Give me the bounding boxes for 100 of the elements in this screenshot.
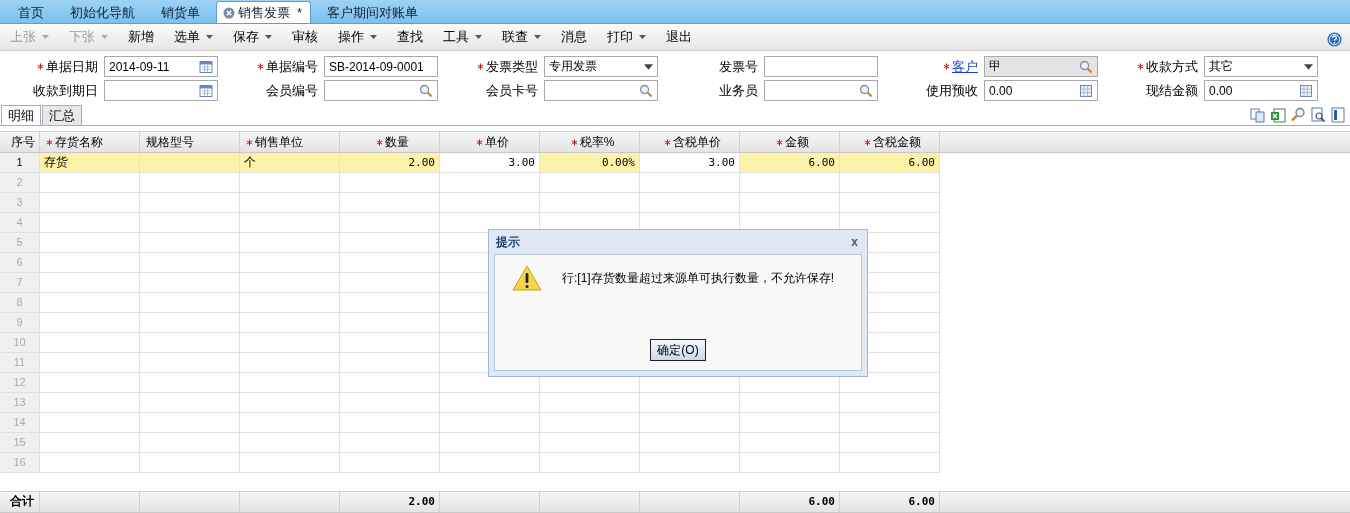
row-number: 14: [0, 413, 40, 432]
row-number: 8: [0, 293, 40, 312]
input-field[interactable]: 0.00: [1204, 80, 1318, 101]
tab[interactable]: 客户期间对账单: [317, 2, 429, 23]
field-label: 发票类型: [486, 57, 538, 76]
caret-icon: [534, 35, 541, 39]
toolbar-button[interactable]: 审核: [284, 26, 326, 48]
column-header: 含税金额: [873, 133, 921, 151]
input-field[interactable]: [764, 56, 878, 77]
tab[interactable]: 销货单: [151, 2, 210, 23]
tab[interactable]: 明细: [1, 105, 41, 125]
calendar-icon[interactable]: [199, 59, 213, 74]
caret-icon: [206, 35, 213, 39]
column-header: 销售单位: [255, 133, 303, 151]
tab[interactable]: 销售发票 *: [216, 1, 312, 23]
input-field[interactable]: 专用发票: [544, 56, 658, 77]
input-field[interactable]: 2014-09-11: [104, 56, 218, 77]
row-number: 2: [0, 173, 40, 192]
column-header: 存货名称: [55, 133, 103, 151]
row-number: 15: [0, 433, 40, 452]
search-icon[interactable]: [419, 83, 433, 98]
field-label: 单据编号: [266, 57, 318, 76]
total-cell: 6.00: [908, 495, 935, 508]
grid-icon[interactable]: [1299, 83, 1313, 98]
toolbar-button[interactable]: 保存: [225, 26, 280, 48]
toolbar-button[interactable]: 退出: [658, 26, 700, 48]
column-header: 单价: [485, 133, 509, 151]
field-label: 发票号: [719, 57, 758, 76]
key-search-icon[interactable]: [1290, 107, 1306, 123]
grid-icon[interactable]: [1079, 83, 1093, 98]
toolbar-button[interactable]: 工具: [435, 26, 490, 48]
help-icon[interactable]: [1327, 31, 1342, 47]
toolbar-button[interactable]: 联查: [494, 26, 549, 48]
toolbar-button[interactable]: 打印: [599, 26, 654, 48]
row-number: 3: [0, 193, 40, 212]
caret-icon: [475, 35, 482, 39]
column-header: 序号: [10, 133, 35, 151]
search-icon[interactable]: [859, 83, 873, 98]
column-header: 税率%: [579, 133, 615, 151]
toolbar-button[interactable]: 选单: [166, 26, 221, 48]
row-number: 9: [0, 313, 40, 332]
input-field[interactable]: [324, 80, 438, 101]
close-icon[interactable]: [223, 6, 235, 19]
row-number: 10: [0, 333, 40, 352]
column-header: 数量: [385, 133, 409, 151]
input-field[interactable]: SB-2014-09-0001: [324, 56, 438, 77]
total-cell: 6.00: [808, 495, 835, 508]
tab[interactable]: 首页: [8, 2, 54, 23]
caret-icon: [42, 35, 49, 39]
table-cell: 6.00: [740, 153, 840, 172]
row-number: 11: [0, 353, 40, 372]
field-label: 业务员: [719, 81, 758, 100]
column-header: 金额: [785, 133, 809, 151]
toolbar-button[interactable]: 操作: [330, 26, 385, 48]
field-label: 收款方式: [1146, 57, 1198, 76]
input-field[interactable]: [104, 80, 218, 101]
search-icon[interactable]: [639, 83, 653, 98]
warning-icon: [512, 265, 542, 291]
field-label: 收款到期日: [33, 81, 98, 100]
table-cell: 0.00%: [540, 153, 640, 172]
spreadsheet-icon[interactable]: [1270, 107, 1286, 123]
calendar-icon[interactable]: [199, 83, 213, 98]
table-row[interactable]: 1 存货 个 2.00 3.00 0.00% 3.00 6.00 6.00: [0, 153, 940, 173]
tab[interactable]: 汇总: [42, 105, 82, 125]
table-cell: 个: [240, 153, 340, 172]
close-button[interactable]: x: [851, 235, 858, 249]
field-label: 会员卡号: [486, 81, 538, 100]
dropdown-caret-icon[interactable]: [644, 63, 653, 70]
caret-icon: [265, 35, 272, 39]
field-label: 单据日期: [46, 57, 98, 76]
copy-icon[interactable]: [1250, 107, 1266, 123]
row-number: 1: [0, 153, 40, 172]
toolbar-button[interactable]: 新增: [120, 26, 162, 48]
input-field[interactable]: [544, 80, 658, 101]
input-field[interactable]: [764, 80, 878, 101]
row-number: 16: [0, 453, 40, 472]
toolbar-button[interactable]: 消息: [553, 26, 595, 48]
dropdown-caret-icon[interactable]: [1304, 63, 1313, 70]
input-field[interactable]: 0.00: [984, 80, 1098, 101]
tab[interactable]: 初始化导航: [60, 2, 145, 23]
caret-icon: [639, 35, 646, 39]
row-number: 5: [0, 233, 40, 252]
field-label: 现结金额: [1146, 81, 1198, 100]
table-cell: 6.00: [840, 153, 940, 172]
ok-button[interactable]: 确定(O): [650, 339, 706, 361]
input-field[interactable]: 其它: [1204, 56, 1318, 77]
row-number: 13: [0, 393, 40, 412]
row-number: 4: [0, 213, 40, 232]
column-header: 规格型号: [146, 133, 194, 151]
caret-icon: [370, 35, 377, 39]
total-cell: 合计: [10, 494, 34, 508]
caret-icon: [101, 35, 108, 39]
preview-icon[interactable]: [1310, 107, 1326, 123]
field-label: 会员编号: [266, 81, 318, 100]
toolbar-button[interactable]: 查找: [389, 26, 431, 48]
table-cell: 存货: [40, 153, 140, 172]
field-label: 使用预收: [926, 81, 978, 100]
column-icon[interactable]: [1330, 107, 1346, 123]
row-number: 7: [0, 273, 40, 292]
column-header: 含税单价: [673, 133, 721, 151]
